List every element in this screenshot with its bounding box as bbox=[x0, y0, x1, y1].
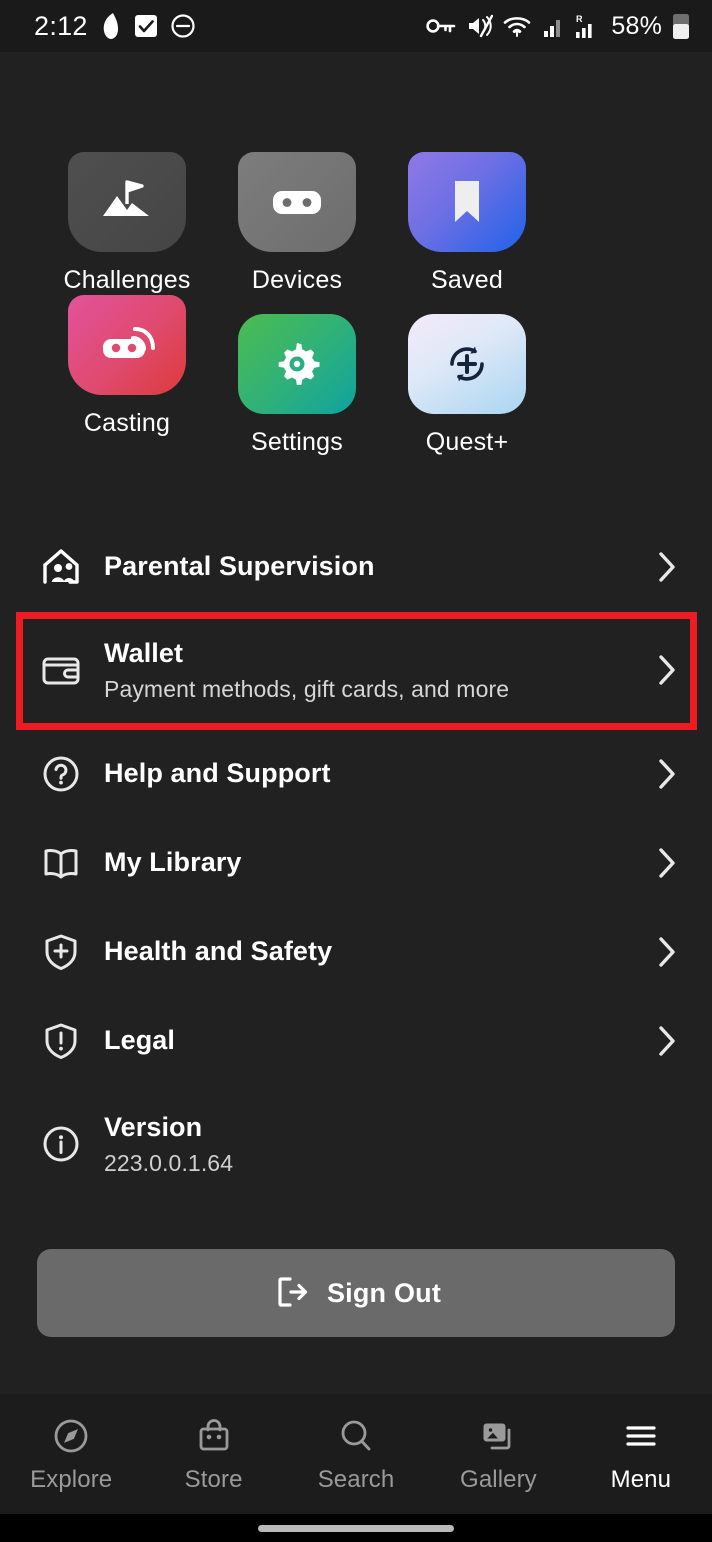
wifi-icon bbox=[503, 14, 533, 38]
system-gesture-area bbox=[0, 1514, 712, 1542]
search-icon bbox=[336, 1415, 376, 1457]
shield-exclamation-icon bbox=[38, 1018, 84, 1064]
bottom-navigation-bar: Explore Store Search Gallery Menu bbox=[0, 1394, 712, 1514]
chevron-right-icon bbox=[652, 653, 682, 687]
quest-plus-icon bbox=[450, 346, 484, 382]
chevron-right-icon bbox=[652, 550, 682, 584]
chevron-right-icon bbox=[652, 846, 682, 880]
menu-row-parental-supervision-text: Parental Supervision bbox=[104, 551, 652, 582]
bookmark-icon bbox=[455, 181, 479, 222]
tile-quest-plus-art bbox=[408, 314, 526, 414]
menu-row-title: Parental Supervision bbox=[104, 551, 375, 581]
tile-challenges-art bbox=[68, 152, 186, 252]
nav-item-store-label: Store bbox=[184, 1465, 243, 1493]
shield-plus-icon bbox=[38, 929, 84, 975]
cast-headset-icon bbox=[103, 327, 155, 358]
status-bar-right: R 58% bbox=[426, 12, 690, 41]
menu-row-help-and-support-text: Help and Support bbox=[104, 758, 652, 789]
menu-row-parental-supervision[interactable]: Parental Supervision bbox=[0, 522, 712, 611]
nav-item-search-label: Search bbox=[317, 1465, 395, 1493]
vpn-key-icon bbox=[426, 16, 456, 36]
shortcut-tile-grid: Challenges Devices Saved Casting Setting… bbox=[0, 152, 712, 457]
menu-row-my-library[interactable]: My Library bbox=[0, 818, 712, 907]
sign-out-label: Sign Out bbox=[326, 1277, 442, 1308]
menu-row-my-library-text: My Library bbox=[104, 847, 652, 878]
nav-item-menu[interactable]: Menu bbox=[570, 1415, 712, 1494]
menu-row-title: Health and Safety bbox=[104, 936, 333, 966]
menu-row-health-and-safety[interactable]: Health and Safety bbox=[0, 907, 712, 996]
status-bar-clock: 2:12 bbox=[34, 10, 88, 41]
app-badge-icon bbox=[100, 12, 122, 40]
version-label: Version bbox=[104, 1111, 203, 1142]
nav-item-menu-label: Menu bbox=[610, 1465, 672, 1493]
status-bar-left: 2:12 bbox=[34, 11, 196, 42]
menu-row-title: Help and Support bbox=[104, 758, 331, 788]
compass-icon bbox=[51, 1415, 91, 1457]
menu-row-legal-text: Legal bbox=[104, 1025, 652, 1056]
nav-item-gallery[interactable]: Gallery bbox=[427, 1415, 569, 1494]
svg-text:R: R bbox=[576, 14, 583, 24]
tile-challenges[interactable]: Challenges bbox=[42, 152, 212, 295]
nav-item-explore[interactable]: Explore bbox=[0, 1415, 142, 1494]
sign-out-icon bbox=[271, 1272, 311, 1315]
nav-item-gallery-label: Gallery bbox=[460, 1465, 537, 1493]
tile-settings-art bbox=[238, 314, 356, 414]
status-bar: 2:12 R 58% bbox=[0, 0, 712, 52]
menu-row-title: Legal bbox=[104, 1025, 176, 1055]
tile-casting-art bbox=[68, 295, 186, 395]
hamburger-menu-icon bbox=[621, 1415, 661, 1457]
version-number: 223.0.0.1.64 bbox=[104, 1149, 234, 1176]
nav-item-search[interactable]: Search bbox=[285, 1415, 427, 1494]
tile-casting-label: Casting bbox=[83, 409, 171, 437]
battery-icon bbox=[672, 12, 690, 40]
menu-list: Parental Supervision Wallet Payment meth… bbox=[0, 522, 712, 1203]
menu-row-title: Wallet bbox=[104, 637, 184, 668]
menu-row-subtitle: Payment methods, gift cards, and more bbox=[104, 675, 510, 702]
tile-quest-plus[interactable]: Quest+ bbox=[382, 314, 552, 457]
vr-headset-icon bbox=[273, 191, 321, 214]
phone-screen: 2:12 R 58% Challenges Devices Saved Cast… bbox=[0, 0, 712, 1542]
tile-saved-art bbox=[408, 152, 526, 252]
menu-row-help-and-support[interactable]: Help and Support bbox=[0, 729, 712, 818]
info-circle-icon bbox=[38, 1121, 84, 1167]
open-book-icon bbox=[38, 840, 84, 886]
checkbox-checked-icon bbox=[134, 14, 158, 38]
menu-row-wallet-text: Wallet Payment methods, gift cards, and … bbox=[104, 638, 652, 703]
do-not-disturb-icon bbox=[170, 13, 196, 39]
signal-bars-icon bbox=[543, 14, 565, 38]
question-circle-icon bbox=[38, 751, 84, 797]
gesture-home-pill[interactable] bbox=[258, 1524, 454, 1532]
tile-settings-label: Settings bbox=[251, 428, 343, 456]
tile-saved-label: Saved bbox=[431, 266, 503, 294]
nav-item-store[interactable]: Store bbox=[142, 1415, 284, 1494]
wallet-icon bbox=[38, 647, 84, 693]
mountain-flag-icon bbox=[103, 180, 149, 216]
nav-item-explore-label: Explore bbox=[30, 1465, 113, 1493]
menu-row-wallet[interactable]: Wallet Payment methods, gift cards, and … bbox=[0, 611, 712, 729]
tile-devices-art bbox=[238, 152, 356, 252]
chevron-right-icon bbox=[652, 1024, 682, 1058]
gear-icon bbox=[278, 343, 320, 385]
chevron-right-icon bbox=[652, 757, 682, 791]
menu-row-title: My Library bbox=[104, 847, 242, 877]
tile-quest-plus-label: Quest+ bbox=[425, 428, 509, 456]
tile-challenges-label: Challenges bbox=[63, 266, 191, 294]
tile-saved[interactable]: Saved bbox=[382, 152, 552, 295]
battery-percent-label: 58% bbox=[611, 11, 662, 40]
house-family-icon bbox=[38, 544, 84, 590]
tile-settings[interactable]: Settings bbox=[212, 314, 382, 457]
sign-out-button[interactable]: Sign Out bbox=[37, 1249, 675, 1337]
menu-row-version-text: Version 223.0.0.1.64 bbox=[104, 1112, 652, 1177]
menu-row-version: Version 223.0.0.1.64 bbox=[0, 1085, 712, 1203]
menu-row-health-and-safety-text: Health and Safety bbox=[104, 936, 652, 967]
shopping-bag-icon bbox=[194, 1415, 234, 1457]
tile-devices-label: Devices bbox=[251, 266, 343, 294]
chevron-right-icon bbox=[652, 935, 682, 969]
tile-devices[interactable]: Devices bbox=[212, 152, 382, 295]
menu-row-legal[interactable]: Legal bbox=[0, 996, 712, 1085]
tile-casting[interactable]: Casting bbox=[42, 295, 212, 457]
photos-icon bbox=[478, 1415, 518, 1457]
roaming-signal-icon: R bbox=[575, 13, 599, 39]
volume-muted-icon bbox=[466, 14, 494, 38]
